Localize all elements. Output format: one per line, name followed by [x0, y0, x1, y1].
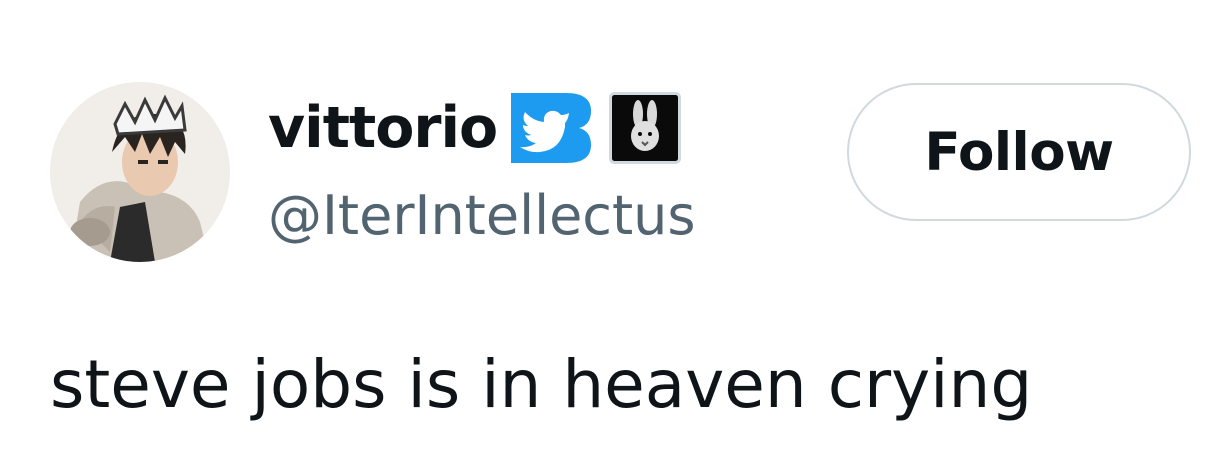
twitter-bird-verified-badge-icon[interactable]: [511, 93, 592, 163]
avatar[interactable]: [50, 82, 230, 262]
display-name[interactable]: vittorio: [268, 88, 498, 168]
author-handle[interactable]: @IterIntellectus: [268, 180, 696, 252]
follow-button-label: Follow: [924, 121, 1114, 183]
author-name-row: vittorio: [268, 88, 682, 168]
avatar-image: [50, 82, 230, 262]
tweet-text: steve jobs is in heaven crying: [50, 346, 1033, 423]
follow-button[interactable]: Follow: [847, 83, 1191, 221]
rabbit-affiliate-badge-icon[interactable]: [609, 92, 682, 164]
